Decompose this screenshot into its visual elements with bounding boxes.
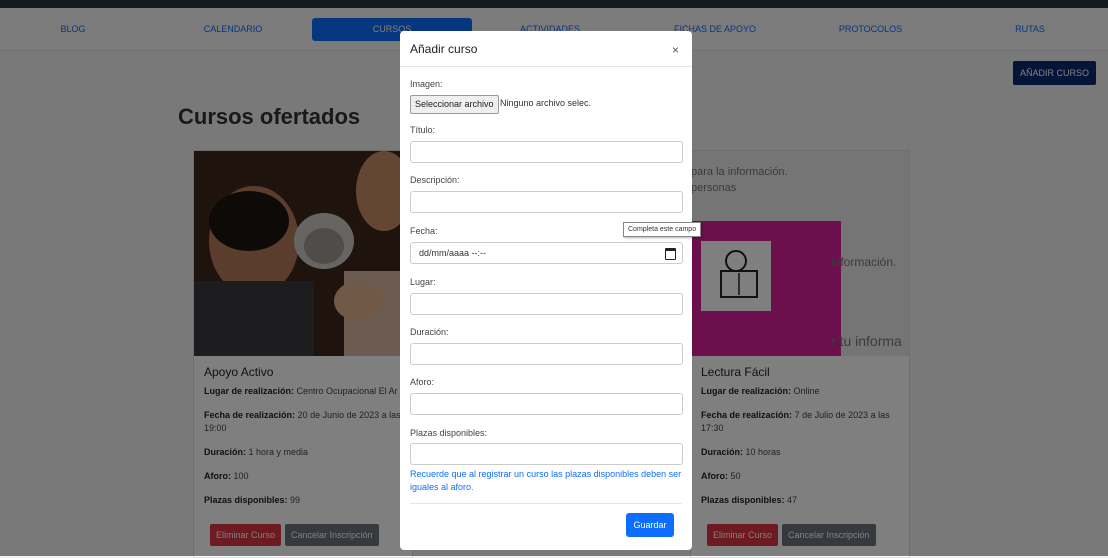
plazas-input[interactable] bbox=[410, 443, 683, 465]
file-status: Ninguno archivo selec. bbox=[500, 98, 592, 108]
descripcion-label: Descripción: bbox=[410, 175, 460, 185]
aforo-input[interactable] bbox=[410, 393, 683, 415]
lugar-input[interactable] bbox=[410, 293, 683, 315]
titulo-input[interactable] bbox=[410, 141, 683, 163]
fecha-input[interactable]: dd/mm/aaaa --:-- bbox=[410, 242, 683, 264]
aforo-note: Recuerde que al registrar un curso las p… bbox=[410, 469, 682, 492]
imagen-label: Imagen: bbox=[410, 79, 443, 89]
fecha-placeholder: dd/mm/aaaa --:-- bbox=[419, 248, 487, 258]
descripcion-input[interactable] bbox=[410, 191, 683, 213]
aforo-label: Aforo: bbox=[410, 377, 435, 387]
modal-divider bbox=[410, 503, 682, 504]
modal-title: Añadir curso bbox=[410, 42, 478, 56]
close-icon[interactable]: × bbox=[672, 43, 679, 57]
validation-tooltip: Completa este campo bbox=[623, 222, 702, 237]
plazas-label: Plazas disponibles: bbox=[410, 428, 488, 438]
lugar-label: Lugar: bbox=[410, 277, 436, 287]
select-file-button[interactable]: Seleccionar archivo bbox=[410, 95, 499, 114]
modal-header: Añadir curso × bbox=[400, 31, 692, 67]
duracion-label: Duración: bbox=[410, 327, 449, 337]
add-course-modal: Añadir curso × Imagen: Seleccionar archi… bbox=[400, 31, 692, 550]
fecha-label: Fecha: bbox=[410, 226, 438, 236]
titulo-label: Título: bbox=[410, 125, 436, 135]
calendar-icon[interactable] bbox=[665, 248, 676, 260]
duracion-input[interactable] bbox=[410, 343, 683, 365]
save-button[interactable]: Guardar bbox=[626, 513, 674, 537]
